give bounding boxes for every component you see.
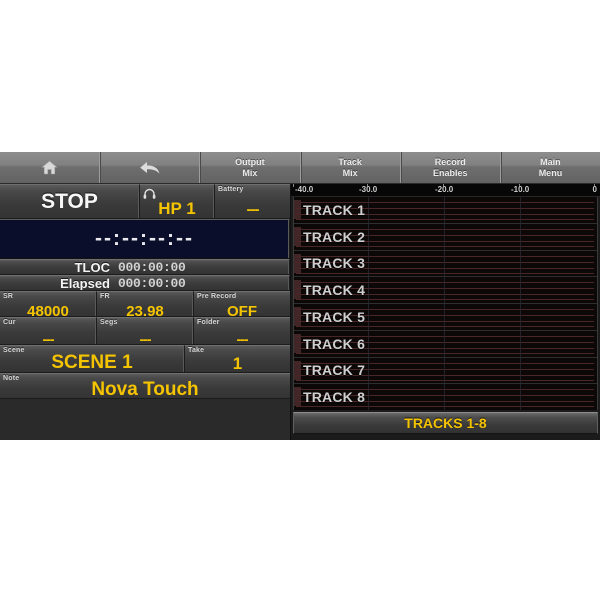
track-label: TRACK 8 <box>303 389 366 406</box>
track-label: TRACK 2 <box>303 228 366 245</box>
elapsed-label: Elapsed <box>60 275 110 291</box>
db-tick-3: -10.0 <box>511 185 530 194</box>
output-mix-label: Output Mix <box>235 157 265 178</box>
sample-rate-value: 48000 <box>27 302 69 317</box>
back-arrow-icon <box>139 160 161 176</box>
folder-label: Folder <box>197 319 220 326</box>
transport-status[interactable]: STOP <box>0 184 140 219</box>
track-label: TRACK 1 <box>303 201 366 218</box>
top-toolbar: Output Mix Track Mix Record Enables Main… <box>0 152 600 184</box>
tloc-row[interactable]: TLOC 000:00:00 <box>0 259 290 275</box>
segs-label: Segs <box>100 319 118 326</box>
pre-record-cell[interactable]: Pre Record OFF <box>194 291 290 317</box>
battery-cell[interactable]: Battery --- <box>215 184 290 219</box>
take-label: Take <box>188 347 205 354</box>
note-cell[interactable]: Note Nova Touch <box>0 373 290 399</box>
track-label: TRACK 3 <box>303 255 366 272</box>
tloc-value: 000:00:00 <box>118 259 186 275</box>
main-menu-button[interactable]: Main Menu <box>501 152 600 183</box>
meter-line <box>296 299 594 301</box>
meter-line <box>296 272 594 274</box>
track-label: TRACK 5 <box>303 308 366 325</box>
folder-cell[interactable]: Folder --- <box>194 317 290 345</box>
db-tick-2: -20.0 <box>435 185 454 194</box>
main-menu-label: Main Menu <box>538 157 563 178</box>
device-screen: Output Mix Track Mix Record Enables Main… <box>0 152 600 440</box>
note-label: Note <box>3 375 20 382</box>
tracks-range-button[interactable]: TRACKS 1-8 <box>293 412 598 434</box>
track-label: TRACK 6 <box>303 335 366 352</box>
timecode-value: --:--:--:-- <box>95 227 194 250</box>
elapsed-row[interactable]: Elapsed 000:00:00 <box>0 275 290 291</box>
main-content: STOP HP 1 Battery --- --:--:--:-- TLOC 0… <box>0 184 600 440</box>
transport-status-value: STOP <box>41 189 98 213</box>
track-mix-button[interactable]: Track Mix <box>301 152 401 183</box>
meter-line <box>296 245 594 247</box>
record-enables-label: Record Enables <box>433 157 468 178</box>
cur-label: Cur <box>3 319 16 326</box>
table-row[interactable]: TRACK 5 <box>294 304 597 331</box>
db-tick-1: -30.0 <box>359 185 378 194</box>
db-scale-ruler: -40.0 -30.0 -20.0 -10.0 0 <box>291 184 600 197</box>
take-cell[interactable]: Take 1 <box>185 345 290 373</box>
track-mix-label: Track Mix <box>338 157 362 178</box>
back-button[interactable] <box>100 152 201 183</box>
elapsed-value: 000:00:00 <box>118 275 186 291</box>
meter-line <box>296 352 594 354</box>
storage-row: Cur --- Segs --- Folder --- <box>0 317 290 345</box>
transport-panel: STOP HP 1 Battery --- --:--:--:-- TLOC 0… <box>0 184 290 440</box>
timecode-display[interactable]: --:--:--:-- <box>0 219 290 259</box>
pre-record-label: Pre Record <box>197 293 237 300</box>
scene-take-row: Scene SCENE 1 Take 1 <box>0 345 290 373</box>
home-icon <box>41 160 58 175</box>
headphone-cell[interactable]: HP 1 <box>140 184 215 219</box>
table-row[interactable]: TRACK 3 <box>294 250 597 278</box>
scene-cell[interactable]: Scene SCENE 1 <box>0 345 185 373</box>
db-tick-4: 0 <box>592 185 597 194</box>
table-row[interactable]: TRACK 1 <box>294 197 597 224</box>
cur-cell[interactable]: Cur --- <box>0 317 97 345</box>
note-row: Note Nova Touch <box>0 373 290 399</box>
frame-rate-value: 23.98 <box>126 302 164 317</box>
meter-line <box>296 326 594 327</box>
tloc-label: TLOC <box>74 259 110 275</box>
battery-label: Battery <box>218 186 244 193</box>
meters-panel: -40.0 -30.0 -20.0 -10.0 0 TRACK 1 TRACK … <box>290 184 600 440</box>
table-row[interactable]: TRACK 7 <box>294 357 597 385</box>
segs-cell[interactable]: Segs --- <box>97 317 194 345</box>
meter-line <box>296 219 594 220</box>
headphone-icon <box>143 186 156 204</box>
home-button[interactable] <box>0 152 101 183</box>
meter-line <box>296 379 594 381</box>
right-panel-filler <box>291 434 600 440</box>
table-row[interactable]: TRACK 4 <box>294 277 597 304</box>
frame-rate-cell[interactable]: FR 23.98 <box>97 291 194 317</box>
table-row[interactable]: TRACK 8 <box>294 384 597 410</box>
audio-settings-row: SR 48000 FR 23.98 Pre Record OFF <box>0 291 290 317</box>
meter-line <box>296 406 594 408</box>
scene-label: Scene <box>3 347 25 354</box>
table-row[interactable]: TRACK 2 <box>294 223 597 251</box>
left-panel-filler <box>0 399 290 440</box>
sample-rate-label: SR <box>3 293 14 300</box>
track-meter-list: TRACK 1 TRACK 2 TRACK 3 TRACK 4 TRACK 5 … <box>293 197 598 410</box>
note-value: Nova Touch <box>91 379 199 399</box>
table-row[interactable]: TRACK 6 <box>294 330 597 358</box>
tracks-range-label: TRACKS 1-8 <box>404 415 487 431</box>
track-label: TRACK 7 <box>303 362 366 379</box>
record-enables-button[interactable]: Record Enables <box>401 152 501 183</box>
db-tick-0: -40.0 <box>295 185 314 194</box>
status-row: STOP HP 1 Battery --- <box>0 184 290 219</box>
frame-rate-label: FR <box>100 293 110 300</box>
scene-value: SCENE 1 <box>51 352 133 373</box>
output-mix-button[interactable]: Output Mix <box>200 152 301 183</box>
sample-rate-cell[interactable]: SR 48000 <box>0 291 97 317</box>
track-label: TRACK 4 <box>303 282 366 299</box>
